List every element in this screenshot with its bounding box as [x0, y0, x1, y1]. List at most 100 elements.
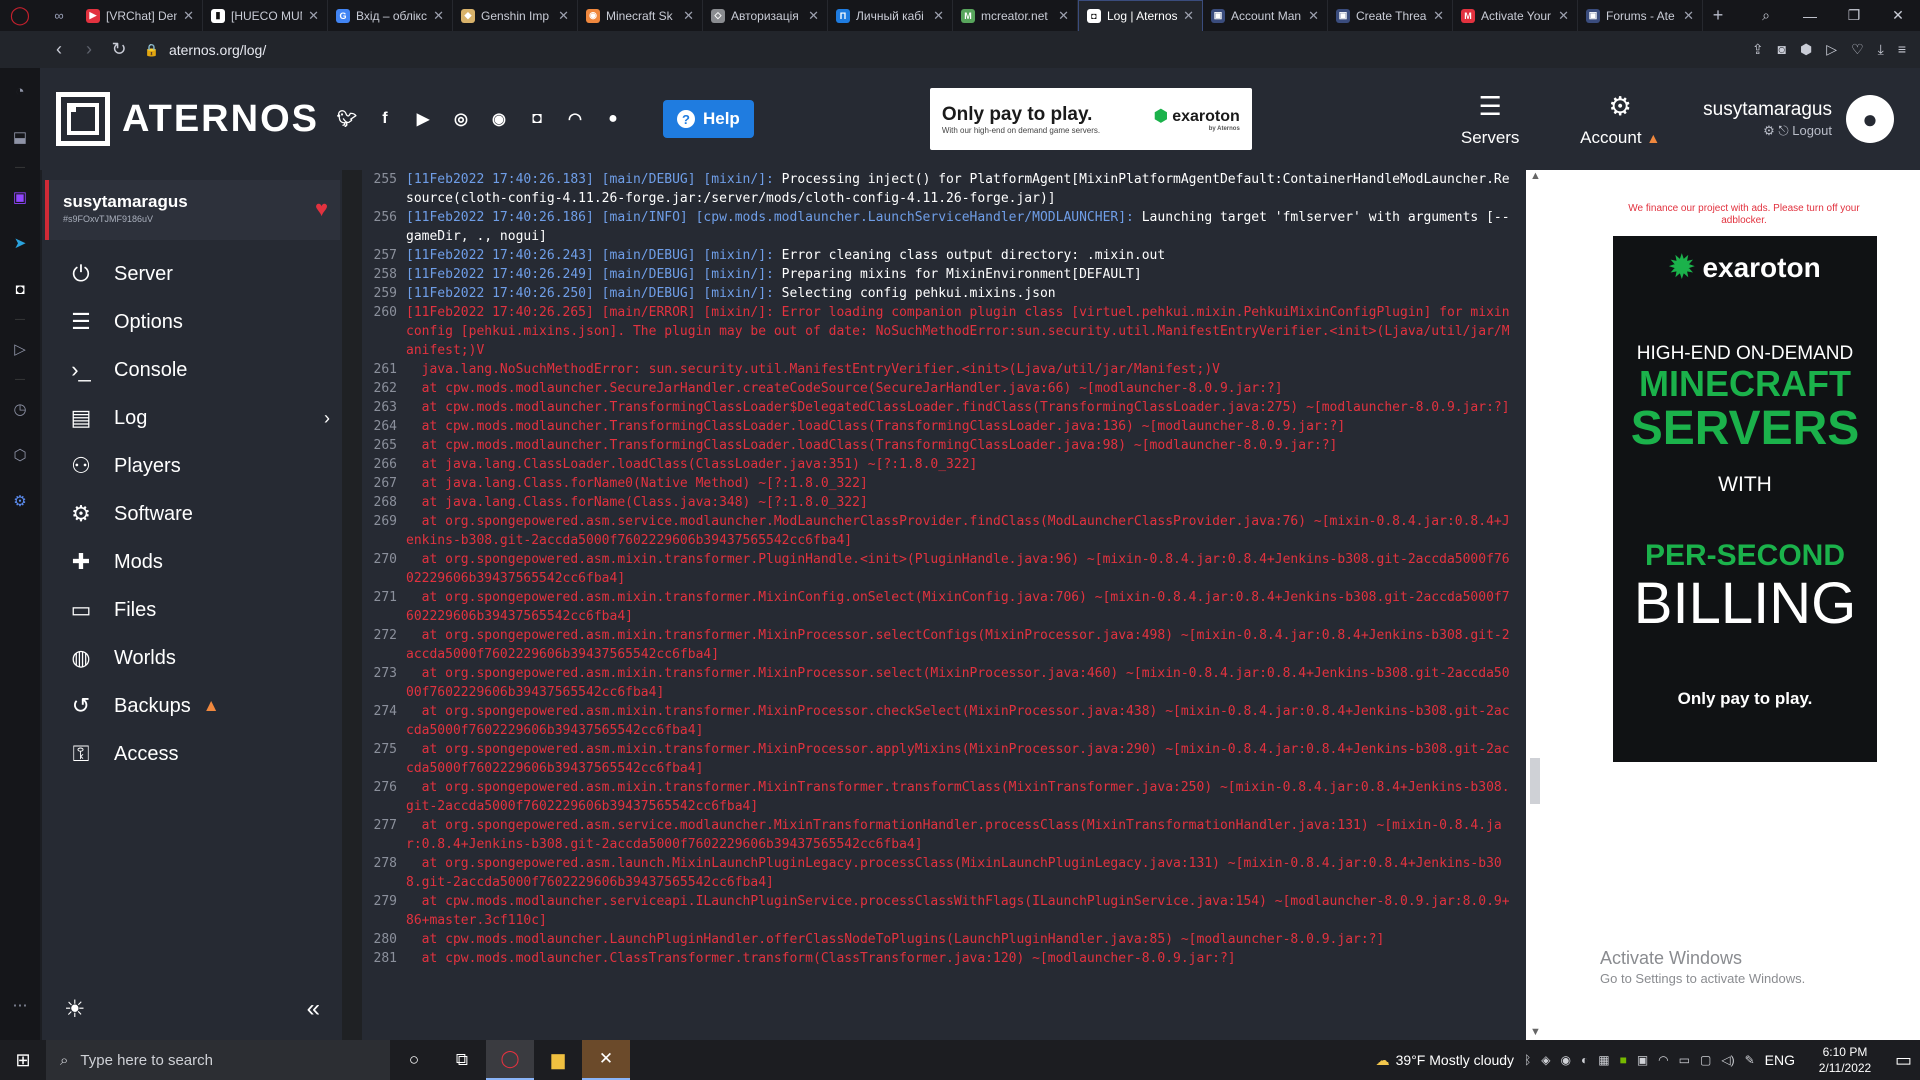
game-taskbar-icon[interactable]: ✕: [582, 1040, 630, 1080]
close-tab-icon[interactable]: ✕: [1433, 8, 1444, 24]
browser-tab[interactable]: ◆ Genshin Imp ✕: [453, 0, 578, 31]
extensions-icon[interactable]: ⬡: [0, 432, 40, 478]
close-tab-icon[interactable]: ✕: [933, 8, 944, 24]
tray-icon[interactable]: ◈: [1541, 1053, 1550, 1067]
close-tab-icon[interactable]: ✕: [1558, 8, 1569, 24]
theme-toggle-icon[interactable]: ☀: [64, 995, 86, 1024]
headset-support-icon[interactable]: ◠: [561, 105, 589, 133]
weather-widget[interactable]: ☁ 39°F Mostly cloudy: [1376, 1052, 1514, 1069]
browser-tab[interactable]: ◘ Log | Aternos ✕: [1078, 0, 1203, 31]
share-icon[interactable]: ⇪: [1752, 41, 1764, 58]
reddit-icon[interactable]: ◉: [485, 105, 513, 133]
sidebar-item-software[interactable]: ⚙ Software: [42, 490, 342, 538]
discord-icon[interactable]: ◘: [0, 266, 40, 312]
downloads-icon[interactable]: ⤓: [1878, 41, 1884, 58]
github-icon[interactable]: ●: [599, 105, 627, 133]
tray-icon[interactable]: ▢: [1700, 1053, 1711, 1067]
browser-tab[interactable]: G Вхід – облікс ✕: [328, 0, 453, 31]
browser-tab[interactable]: ◉ Minecraft Sk ✕: [578, 0, 703, 31]
account-nav[interactable]: ⚙ Account ▲: [1555, 68, 1685, 170]
forward-button[interactable]: ›: [74, 31, 104, 68]
scroll-up-icon[interactable]: ▲: [1530, 170, 1541, 182]
sidebar-item-server[interactable]: ⏻ Server: [42, 250, 342, 298]
more-icon[interactable]: ⋯: [0, 982, 40, 1028]
close-tab-icon[interactable]: ✕: [1058, 8, 1069, 24]
sidebar-item-mods[interactable]: ✚ Mods: [42, 538, 342, 586]
notifications-icon[interactable]: ▭: [1895, 1050, 1912, 1071]
close-tab-icon[interactable]: ✕: [433, 8, 444, 24]
bluetooth-icon[interactable]: ᛒ: [1524, 1053, 1531, 1067]
header-ad-banner[interactable]: Only pay to play. With our high-end on d…: [929, 88, 1252, 150]
cortana-icon[interactable]: ○: [390, 1040, 438, 1080]
snapshot-icon[interactable]: ◙: [1778, 41, 1786, 58]
close-tab-icon[interactable]: ✕: [558, 8, 569, 24]
tray-icon[interactable]: ▣: [1637, 1053, 1648, 1067]
close-tab-icon[interactable]: ✕: [183, 8, 194, 24]
youtube-icon[interactable]: ▶: [409, 105, 437, 133]
network-icon[interactable]: ◠: [1658, 1053, 1668, 1067]
history-icon[interactable]: ◷: [0, 386, 40, 432]
aternos-logo[interactable]: ATERNOS: [56, 92, 319, 146]
minimize-button[interactable]: —: [1788, 0, 1832, 31]
browser-tab[interactable]: ▮ [HUECO MUN ✕: [203, 0, 328, 31]
browser-tab[interactable]: ▣ Forums - Ate ✕: [1578, 0, 1703, 31]
workspaces-icon[interactable]: ∞: [40, 0, 78, 31]
close-window-button[interactable]: ✕: [1876, 0, 1920, 31]
tab-search-icon[interactable]: ⌕: [1744, 0, 1788, 31]
help-button[interactable]: ? Help: [662, 100, 754, 138]
logout-link[interactable]: ⚙ ⎋ Logout: [1703, 123, 1832, 139]
page-scrollbar[interactable]: ▲ ▼: [1526, 170, 1542, 1040]
volume-icon[interactable]: ◁): [1721, 1053, 1734, 1067]
reload-button[interactable]: ↻: [104, 31, 134, 68]
nvidia-icon[interactable]: ■: [1620, 1053, 1627, 1067]
pen-icon[interactable]: ✎: [1745, 1053, 1755, 1067]
tray-icon[interactable]: ◐: [1581, 1053, 1588, 1067]
sidebar-item-console[interactable]: ›_ Console: [42, 346, 342, 394]
browser-tab[interactable]: П Личный кабі ✕: [828, 0, 953, 31]
play-icon[interactable]: ▷: [1826, 41, 1837, 58]
speed-dial-icon[interactable]: ◔: [0, 68, 40, 114]
servers-nav[interactable]: ☰ Servers: [1425, 68, 1555, 170]
collapse-sidebar-icon[interactable]: «: [307, 995, 320, 1024]
settings-icon[interactable]: ⚙: [0, 478, 40, 524]
sidebar-item-files[interactable]: ▭ Files: [42, 586, 342, 634]
sidebar-item-backups[interactable]: ↺ Backups ▲: [42, 682, 342, 730]
new-tab-button[interactable]: +: [1703, 5, 1733, 26]
sidebar-item-access[interactable]: ⚿ Access: [42, 730, 342, 778]
opera-menu-icon[interactable]: ◯: [0, 0, 40, 31]
scroll-thumb[interactable]: [1530, 758, 1540, 804]
file-explorer-icon[interactable]: ▆: [534, 1040, 582, 1080]
user-avatar-icon[interactable]: ●: [1846, 95, 1894, 143]
close-tab-icon[interactable]: ✕: [1183, 8, 1194, 24]
telegram-icon[interactable]: ➤: [0, 220, 40, 266]
close-tab-icon[interactable]: ✕: [1308, 8, 1319, 24]
facebook-icon[interactable]: f: [371, 105, 399, 133]
task-view-icon[interactable]: ⧉: [438, 1040, 486, 1080]
browser-tab[interactable]: ▣ Create Threa ✕: [1328, 0, 1453, 31]
twitter-icon[interactable]: 🐦︎: [333, 105, 361, 133]
maximize-button[interactable]: ❐: [1832, 0, 1876, 31]
twitch-icon[interactable]: ▣: [0, 174, 40, 220]
close-tab-icon[interactable]: ✕: [808, 8, 819, 24]
server-card[interactable]: susytamaragus #s9FOxvTJMF9186uV ♥: [45, 180, 340, 240]
discord-icon[interactable]: ◘: [523, 105, 551, 133]
exaroton-ad[interactable]: ✹ exaroton HIGH-END ON-DEMAND MINECRAFT S…: [1613, 236, 1877, 762]
sidebar-item-options[interactable]: ☰ Options: [42, 298, 342, 346]
opera-taskbar-icon[interactable]: ◯: [486, 1040, 534, 1080]
tray-icon[interactable]: ▦: [1598, 1053, 1609, 1067]
vpn-icon[interactable]: ⬢: [1800, 41, 1812, 58]
easy-setup-icon[interactable]: ≡: [1898, 41, 1906, 58]
browser-tab[interactable]: ▣ Account Man ✕: [1203, 0, 1328, 31]
close-tab-icon[interactable]: ✕: [308, 8, 319, 24]
close-tab-icon[interactable]: ✕: [683, 8, 694, 24]
clock[interactable]: 6:10 PM 2/11/2022: [1805, 1044, 1885, 1076]
browser-tab[interactable]: ▶ [VRChat] Den ✕: [78, 0, 203, 31]
battery-icon[interactable]: ▭: [1679, 1053, 1690, 1067]
close-tab-icon[interactable]: ✕: [1683, 8, 1694, 24]
player-icon[interactable]: ▷: [0, 326, 40, 372]
taskbar-search[interactable]: ⌕ Type here to search: [46, 1040, 390, 1080]
sidebar-item-players[interactable]: ⚇ Players: [42, 442, 342, 490]
language-indicator[interactable]: ENG: [1765, 1052, 1795, 1068]
url-field[interactable]: 🔒 aternos.org/log/: [144, 42, 266, 58]
bookmark-heart-icon[interactable]: ♡: [1851, 41, 1864, 58]
